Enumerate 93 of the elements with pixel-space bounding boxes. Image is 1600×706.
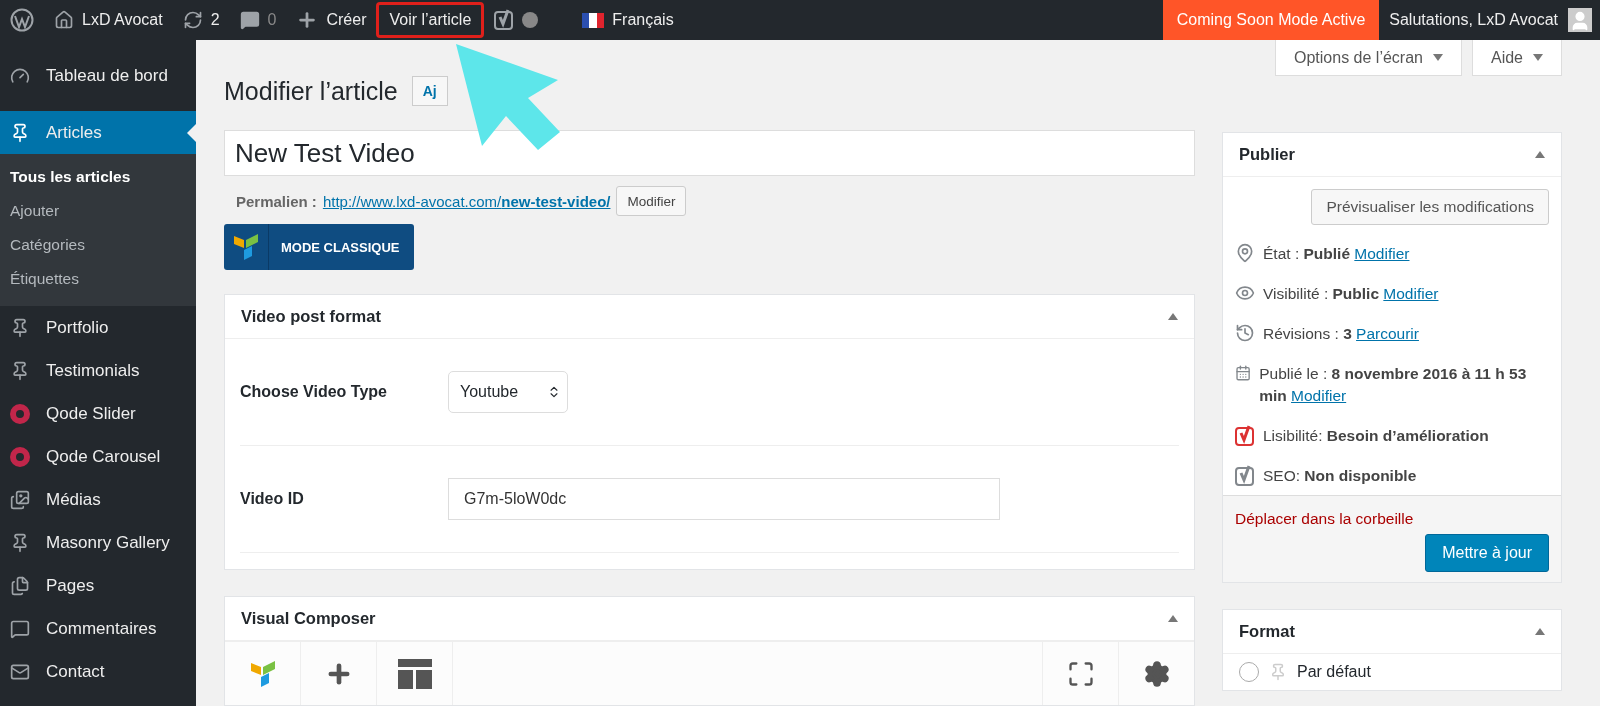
pin-icon xyxy=(10,317,30,338)
new-link[interactable]: Créer xyxy=(326,11,367,29)
trash-link[interactable]: Déplacer dans la corbeille xyxy=(1235,510,1549,528)
collapse-icon xyxy=(1535,151,1545,158)
sidebar-label: Qode Carousel xyxy=(46,446,161,467)
panel-title: Video post format xyxy=(241,307,381,326)
status-dot-icon xyxy=(522,12,539,28)
sidebar-item[interactable]: Qode Slider xyxy=(0,392,196,435)
sidebar-item[interactable]: Tableau de bord xyxy=(0,54,196,97)
sidebar-label: Pages xyxy=(46,575,95,596)
submenu-item[interactable]: Ajouter xyxy=(0,194,196,228)
pin-icon xyxy=(10,532,30,553)
sidebar-label: Qode Slider xyxy=(46,403,136,424)
collapse-icon xyxy=(1535,628,1545,635)
sidebar-item[interactable]: Qode Carousel xyxy=(0,435,196,478)
panel-title: Visual Composer xyxy=(241,609,376,628)
calendar-icon xyxy=(1235,363,1252,383)
pages-icon xyxy=(10,575,30,596)
publish-info: Publié le : 8 novembre 2016 à 11 h 53 min Modifier xyxy=(1259,364,1528,406)
sidebar-item[interactable]: Masonry Gallery xyxy=(0,521,196,564)
format-label: Par défaut xyxy=(1297,663,1371,681)
sidebar-label: Portfolio xyxy=(46,317,109,338)
edit-link[interactable]: Parcourir xyxy=(1356,325,1419,342)
sidebar-item[interactable]: Testimonials xyxy=(0,349,196,392)
submenu-item[interactable]: Étiquettes xyxy=(0,262,196,296)
eye-icon xyxy=(1235,283,1255,303)
panel-title: Publier xyxy=(1239,145,1295,164)
permalink-label: Permalien : xyxy=(236,192,317,210)
edit-link[interactable]: Modifier xyxy=(1383,285,1439,302)
sidebar-item[interactable]: Portfolio xyxy=(0,306,196,349)
field-label: Video ID xyxy=(240,490,305,508)
field-label: Choose Video Type xyxy=(240,383,388,401)
comments-count[interactable]: 0 xyxy=(267,11,277,29)
comment-icon xyxy=(239,10,260,30)
preview-button[interactable]: Prévisualiser les modifications xyxy=(1311,189,1549,225)
add-button[interactable]: Aj xyxy=(411,76,448,106)
sidebar-item[interactable]: Contact xyxy=(0,650,196,693)
radio-button[interactable] xyxy=(1239,662,1259,682)
publish-info: SEO: Non disponible xyxy=(1263,466,1417,486)
collapse-icon xyxy=(1168,313,1178,320)
classic-mode-button[interactable]: MODE CLASSIQUE xyxy=(224,224,414,270)
sidebar-item[interactable]: Médias xyxy=(0,478,196,521)
sidebar-item[interactable]: Pages xyxy=(0,564,196,607)
sidebar-item[interactable]: Commentaires xyxy=(0,607,196,650)
refresh-icon xyxy=(182,10,203,30)
sidebar-label: Commentaires xyxy=(46,618,157,639)
publish-info: Visibilité : Public Modifier xyxy=(1263,284,1439,304)
edit-link[interactable]: Modifier xyxy=(1354,245,1410,262)
home-icon xyxy=(54,10,74,30)
flag-icon xyxy=(582,12,605,28)
sidebar-label: Articles xyxy=(46,122,102,143)
sidebar-label: Testimonials xyxy=(46,360,140,381)
permalink-link[interactable]: http://www.lxd-avocat.com/new-test-video/ xyxy=(322,192,611,210)
language-menu[interactable]: Français xyxy=(612,11,674,29)
pin-icon xyxy=(10,122,30,143)
video-id-field[interactable]: G7m-5loW0dc xyxy=(448,478,1000,520)
site-name[interactable]: LxD Avocat xyxy=(82,11,163,29)
page-title: Modifier l’article xyxy=(224,76,398,106)
pin-icon xyxy=(1269,663,1287,681)
pin-icon xyxy=(1235,243,1255,263)
updates-count[interactable]: 2 xyxy=(210,11,220,29)
screen-tab[interactable]: Aide xyxy=(1471,40,1562,76)
collapse-icon xyxy=(1168,615,1178,622)
submenu-item[interactable]: Tous les articles xyxy=(0,160,196,194)
edit-button[interactable]: Modifier xyxy=(616,186,687,216)
composer-logo-icon xyxy=(232,232,260,262)
greeting[interactable]: Salutations, LxD Avocat xyxy=(1389,11,1558,29)
composer-logo-icon xyxy=(248,658,277,689)
publish-info: Révisions : 3 Parcourir xyxy=(1263,324,1419,344)
ring-icon xyxy=(10,446,30,467)
publish-info: Lisibilité: Besoin d’amélioration xyxy=(1263,426,1489,446)
ring-icon xyxy=(10,403,30,424)
pin-icon xyxy=(10,360,30,381)
video-type-select[interactable]: Youtube xyxy=(448,371,568,413)
update-button[interactable]: Mettre à jour xyxy=(1425,534,1549,572)
view-article-link[interactable]: Voir l’article xyxy=(376,2,485,38)
sidebar-label: Médias xyxy=(46,489,101,510)
sidebar-label: Tableau de bord xyxy=(46,65,168,86)
title-field[interactable]: New Test Video xyxy=(224,130,1195,176)
sidebar-item[interactable]: Articles xyxy=(0,111,196,154)
caret-icon xyxy=(1432,54,1443,61)
history-icon xyxy=(1235,323,1255,343)
caret-icon xyxy=(1533,54,1543,61)
sidebar-label: Masonry Gallery xyxy=(46,532,170,553)
edit-link[interactable]: Modifier xyxy=(1291,387,1347,404)
panel-title: Format xyxy=(1239,622,1295,641)
screen-tab[interactable]: Options de l’écran xyxy=(1275,40,1462,76)
comment-icon xyxy=(10,618,30,639)
publish-info: État : Publié Modifier xyxy=(1263,244,1410,264)
sidebar-label: Contact xyxy=(46,661,105,682)
media-icon xyxy=(10,489,30,510)
wordpress-logo-icon xyxy=(10,8,34,32)
submenu-item[interactable]: Catégories xyxy=(0,228,196,262)
